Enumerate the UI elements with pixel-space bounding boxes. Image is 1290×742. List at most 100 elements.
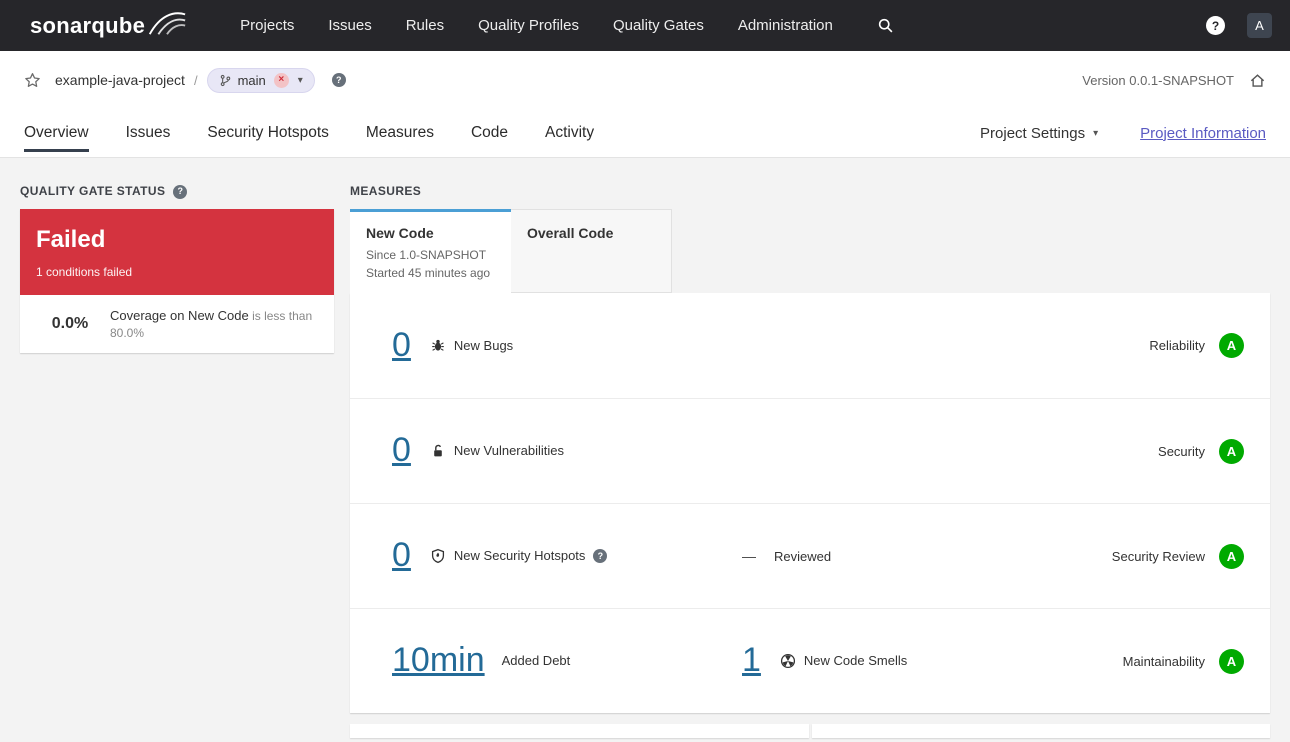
condition-value: 0.0% bbox=[51, 315, 89, 332]
tab-new-code[interactable]: New Code Since 1.0-SNAPSHOT Started 45 m… bbox=[350, 209, 511, 293]
sonarqube-logo[interactable]: sonarqube bbox=[30, 10, 186, 39]
tab-code[interactable]: Code bbox=[471, 109, 508, 157]
tab-measures[interactable]: Measures bbox=[366, 109, 434, 157]
reliability-rating-group: Reliability A bbox=[1149, 333, 1244, 358]
overview-content: QUALITY GATE STATUS ? Failed 1 condition… bbox=[0, 158, 1290, 738]
project-settings-dropdown[interactable]: Project Settings ▾ bbox=[980, 125, 1098, 142]
main-nav: Projects Issues Rules Quality Profiles Q… bbox=[240, 17, 833, 34]
project-information-link[interactable]: Project Information bbox=[1140, 125, 1266, 142]
measures-heading-label: MEASURES bbox=[350, 184, 422, 198]
nav-item-rules[interactable]: Rules bbox=[406, 17, 444, 34]
added-debt-group: 10min Added Debt bbox=[392, 641, 742, 679]
branch-icon bbox=[219, 74, 232, 87]
code-smell-icon bbox=[780, 653, 796, 669]
quality-gate-help-icon[interactable]: ? bbox=[173, 184, 188, 199]
new-vulnerabilities-count-link[interactable]: 0 bbox=[392, 431, 411, 469]
security-rating-group: Security A bbox=[1158, 438, 1244, 464]
reviewed-label: Reviewed bbox=[774, 548, 832, 564]
maintainability-rating-badge[interactable]: A bbox=[1219, 648, 1244, 674]
favorite-star-icon[interactable] bbox=[24, 72, 41, 89]
maintainability-category-label: Maintainability bbox=[1122, 653, 1205, 669]
hotspots-measure-group: 0 New Security Hotspots ? bbox=[392, 536, 742, 574]
nav-item-administration[interactable]: Administration bbox=[738, 17, 833, 34]
new-security-hotspots-count-link[interactable]: 0 bbox=[392, 536, 411, 574]
added-debt-link[interactable]: 10min bbox=[392, 641, 485, 679]
nav-item-issues[interactable]: Issues bbox=[328, 17, 371, 34]
reviewed-value: — bbox=[742, 548, 756, 564]
measures-heading: MEASURES bbox=[350, 184, 1270, 199]
chevron-down-icon[interactable]: ▾ bbox=[298, 75, 303, 86]
measures-tab-bar: New Code Since 1.0-SNAPSHOT Started 45 m… bbox=[350, 209, 1270, 293]
maintainability-rating-group: Maintainability A bbox=[1122, 648, 1244, 674]
project-version: Version 0.0.1-SNAPSHOT bbox=[1082, 72, 1234, 88]
breadcrumb-separator: / bbox=[193, 72, 198, 88]
security-review-rating-badge[interactable]: A bbox=[1219, 543, 1244, 569]
quality-gate-failed-banner: Failed 1 conditions failed bbox=[20, 209, 334, 295]
branch-name: main bbox=[237, 72, 266, 88]
search-icon[interactable] bbox=[877, 17, 894, 34]
security-review-rating-group: Security Review A bbox=[1111, 543, 1244, 569]
sonarqube-swoosh-icon bbox=[148, 10, 186, 36]
chevron-down-icon: ▾ bbox=[1093, 127, 1099, 139]
security-rating-badge[interactable]: A bbox=[1219, 438, 1244, 464]
security-hotspot-shield-icon bbox=[430, 548, 446, 564]
tab-security-hotspots[interactable]: Security Hotspots bbox=[207, 109, 328, 157]
measure-row-security-review: 0 New Security Hotspots ? — Reviewed Sec… bbox=[350, 503, 1270, 608]
project-settings-label: Project Settings bbox=[980, 124, 1086, 142]
topnav-right-group: ? A bbox=[1206, 13, 1272, 38]
overall-code-tab-label: Overall Code bbox=[527, 225, 614, 241]
new-code-tab-label: New Code bbox=[366, 225, 434, 241]
measure-row-security: 0 New Vulnerabilities Security A bbox=[350, 398, 1270, 503]
bug-icon bbox=[430, 337, 446, 353]
branch-help-icon[interactable]: ? bbox=[331, 73, 346, 87]
hotspots-reviewed-group: — Reviewed bbox=[742, 548, 1112, 564]
security-category-label: Security bbox=[1158, 443, 1205, 459]
project-header: example-java-project / main × ▾ ? Versio… bbox=[0, 51, 1290, 158]
quality-gate-section: QUALITY GATE STATUS ? Failed 1 condition… bbox=[20, 184, 334, 738]
added-debt-label: Added Debt bbox=[501, 653, 571, 669]
next-measure-cards bbox=[350, 724, 1270, 738]
condition-metric-link[interactable]: Coverage on New Code bbox=[110, 308, 249, 323]
new-code-smells-label: New Code Smells bbox=[803, 653, 908, 669]
vulnerability-lock-icon bbox=[430, 443, 446, 459]
measures-panel: 0 New Bugs Reliability A 0 New Vulnerabi… bbox=[350, 293, 1270, 713]
nav-item-quality-gates[interactable]: Quality Gates bbox=[613, 17, 704, 34]
measure-row-maintainability: 10min Added Debt 1 New Code Smells Maint… bbox=[350, 608, 1270, 713]
measures-section: MEASURES New Code Since 1.0-SNAPSHOT Sta… bbox=[350, 184, 1270, 738]
quality-gate-status: Failed bbox=[36, 226, 106, 253]
nav-item-projects[interactable]: Projects bbox=[240, 17, 294, 34]
quality-gate-status-card: Failed 1 conditions failed 0.0% Coverage… bbox=[20, 209, 334, 353]
coverage-card-stub bbox=[350, 724, 809, 738]
reliability-rating-badge[interactable]: A bbox=[1219, 333, 1244, 358]
user-avatar[interactable]: A bbox=[1247, 13, 1272, 38]
branch-quality-gate-failed-icon: × bbox=[273, 72, 289, 88]
security-measure-group: 0 New Vulnerabilities bbox=[392, 431, 742, 469]
project-name-link[interactable]: example-java-project bbox=[55, 72, 185, 88]
security-review-category-label: Security Review bbox=[1111, 548, 1205, 564]
hotspots-help-icon[interactable]: ? bbox=[593, 548, 608, 563]
tab-overall-code[interactable]: Overall Code bbox=[511, 209, 672, 293]
condition-description: Coverage on New Code is less than 80.0% bbox=[106, 307, 320, 341]
measure-row-reliability: 0 New Bugs Reliability A bbox=[350, 293, 1270, 398]
new-vulnerabilities-label: New Vulnerabilities bbox=[453, 443, 564, 459]
code-smells-group: 1 New Code Smells bbox=[742, 641, 1123, 679]
new-code-started: Started 45 minutes ago bbox=[366, 266, 491, 280]
branch-selector[interactable]: main × ▾ bbox=[206, 67, 315, 93]
home-icon[interactable] bbox=[1249, 72, 1266, 89]
breadcrumb-right-group: Version 0.0.1-SNAPSHOT bbox=[1082, 72, 1266, 89]
new-bugs-count-link[interactable]: 0 bbox=[392, 326, 411, 364]
new-code-smells-count-link[interactable]: 1 bbox=[742, 641, 761, 679]
tab-activity[interactable]: Activity bbox=[545, 109, 594, 157]
brand-wordmark: sonarqube bbox=[30, 12, 146, 38]
quality-gate-heading-label: QUALITY GATE STATUS bbox=[20, 184, 166, 198]
new-code-since: Since 1.0-SNAPSHOT bbox=[366, 248, 487, 262]
help-icon[interactable]: ? bbox=[1206, 16, 1225, 35]
new-bugs-label: New Bugs bbox=[453, 337, 514, 353]
reliability-measure-group: 0 New Bugs bbox=[392, 326, 742, 364]
nav-item-quality-profiles[interactable]: Quality Profiles bbox=[478, 17, 579, 34]
duplications-card-stub bbox=[811, 724, 1270, 738]
project-tab-bar: Overview Issues Security Hotspots Measur… bbox=[24, 109, 1266, 157]
quality-gate-condition-row: 0.0% Coverage on New Code is less than 8… bbox=[20, 295, 334, 353]
tab-issues[interactable]: Issues bbox=[126, 109, 171, 157]
tab-overview[interactable]: Overview bbox=[24, 109, 89, 157]
